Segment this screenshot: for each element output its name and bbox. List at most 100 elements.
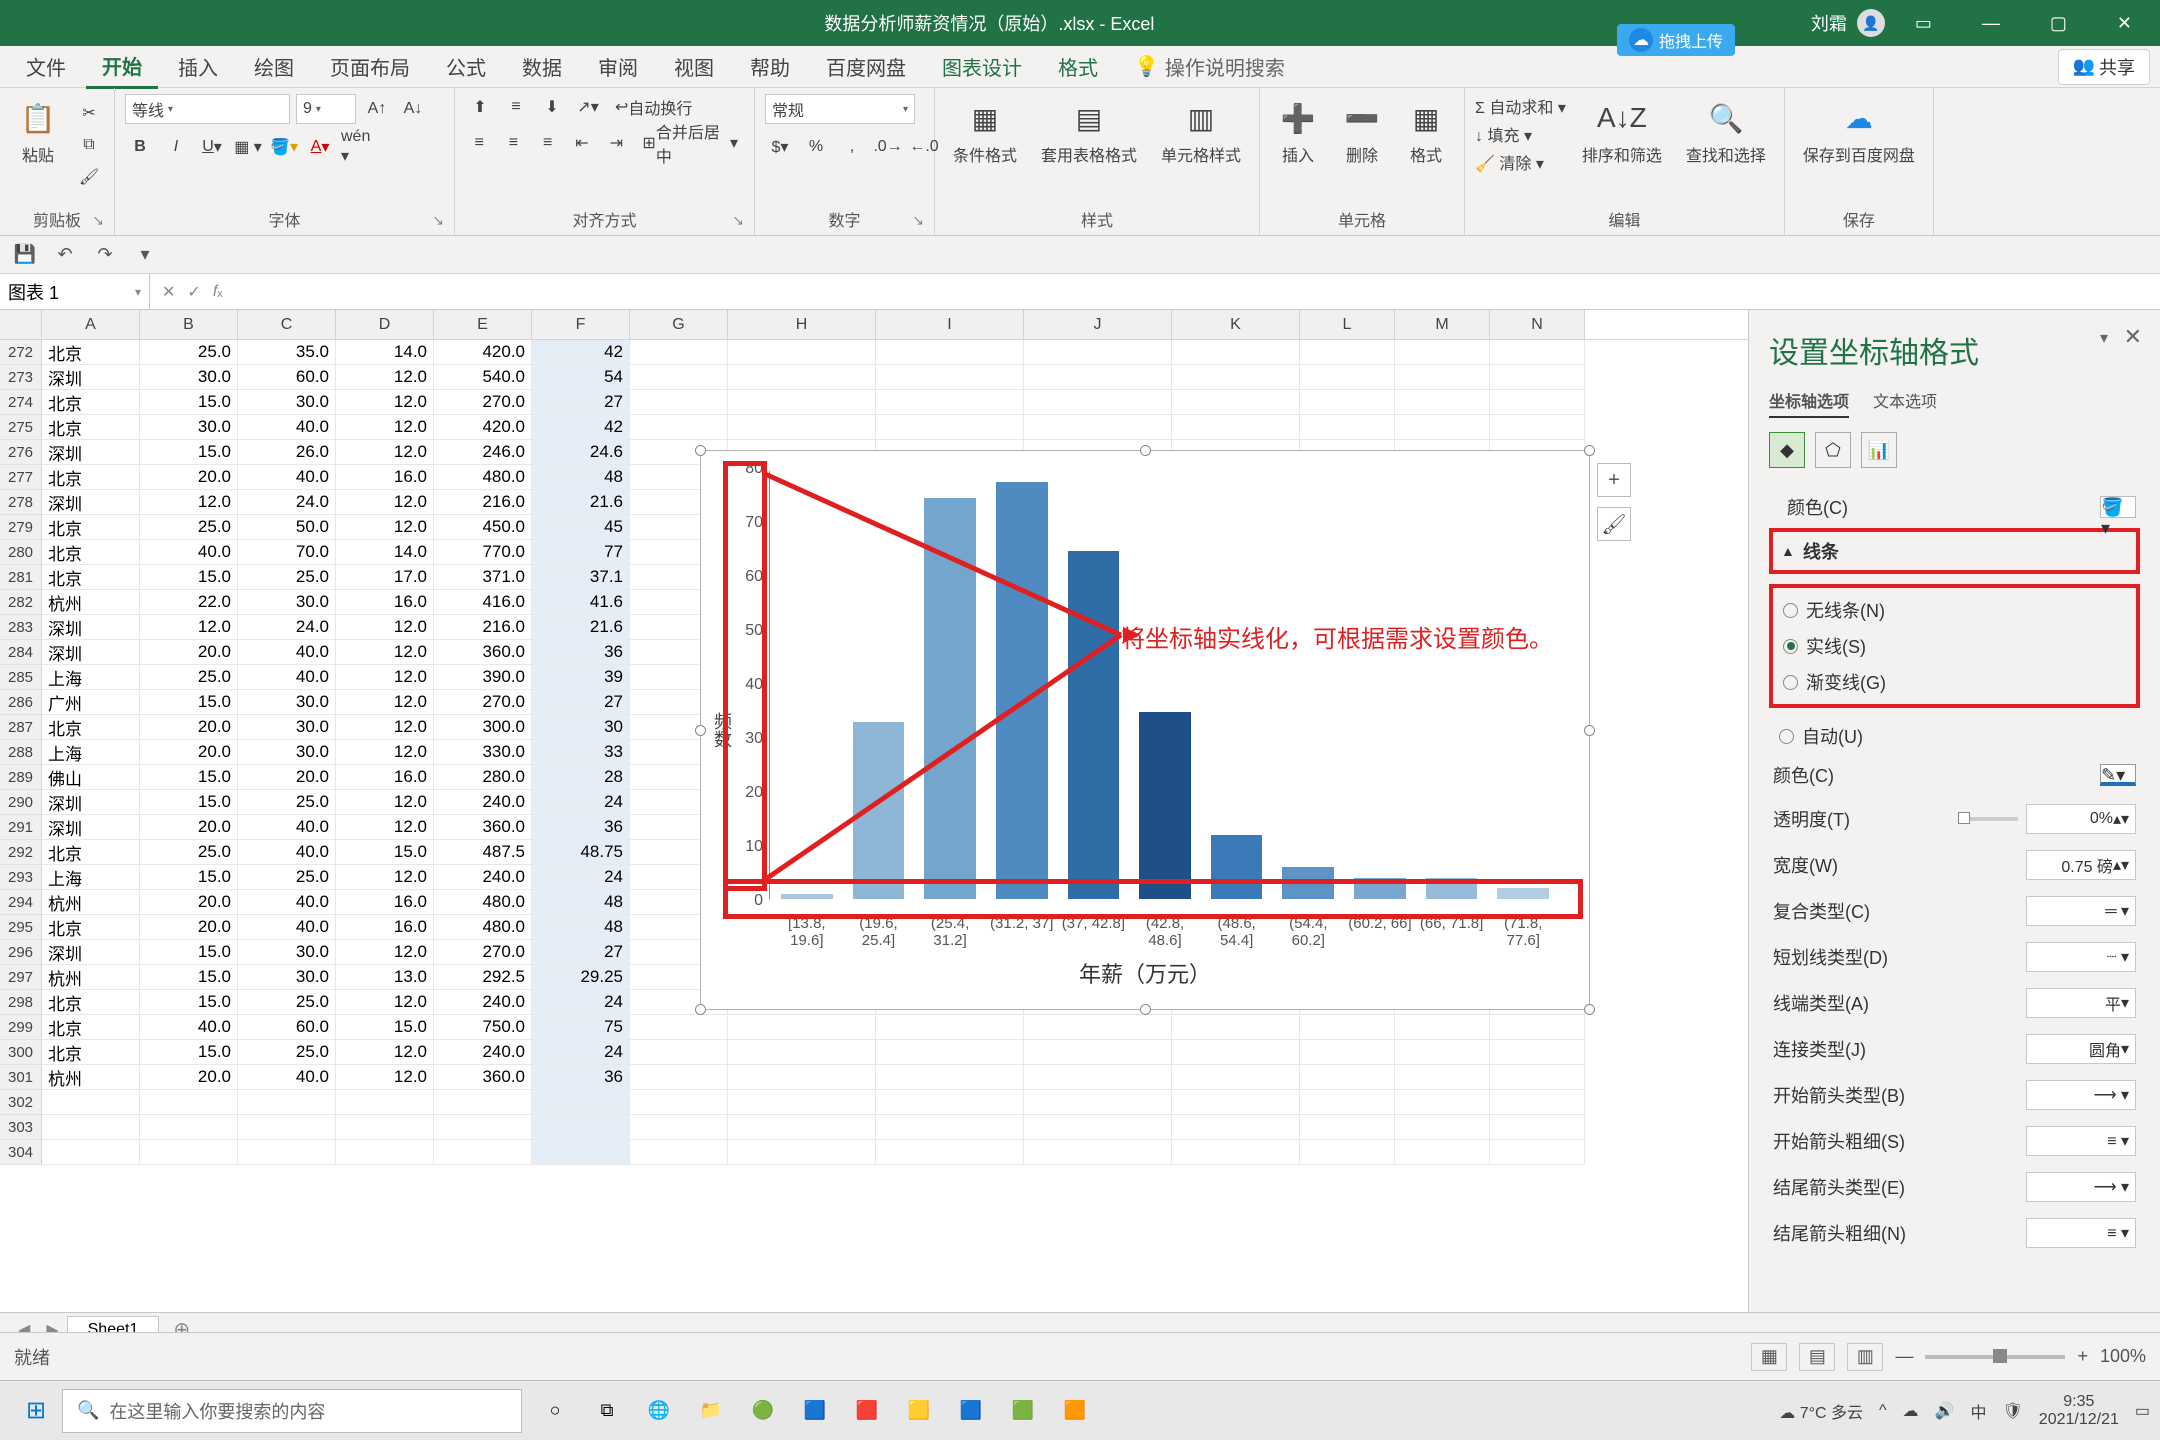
clear-button[interactable]: 🧹 清除 ▾ bbox=[1475, 150, 1566, 174]
cell[interactable]: 20.0 bbox=[140, 640, 238, 665]
cell[interactable]: 270.0 bbox=[434, 940, 532, 965]
cell[interactable] bbox=[140, 1115, 238, 1140]
tab-formulas[interactable]: 公式 bbox=[430, 46, 502, 87]
end-arrow-combo[interactable]: ⟶ ▾ bbox=[2026, 1172, 2136, 1202]
text-options-tab[interactable]: 文本选项 bbox=[1873, 388, 1937, 418]
cell[interactable]: 27 bbox=[532, 690, 630, 715]
cell[interactable]: 40.0 bbox=[238, 1065, 336, 1090]
col-header[interactable]: E bbox=[434, 310, 532, 339]
row-header[interactable]: 301 bbox=[0, 1065, 42, 1090]
app-icon2[interactable]: 🟥 bbox=[842, 1389, 892, 1433]
cell[interactable]: 17.0 bbox=[336, 565, 434, 590]
row-header[interactable]: 289 bbox=[0, 765, 42, 790]
cell[interactable]: 12.0 bbox=[336, 365, 434, 390]
insert-cells-button[interactable]: ➕插入 bbox=[1270, 94, 1326, 170]
cell[interactable] bbox=[876, 1040, 1024, 1065]
cell[interactable]: 15.0 bbox=[140, 390, 238, 415]
cell[interactable]: 540.0 bbox=[434, 365, 532, 390]
row-header[interactable]: 298 bbox=[0, 990, 42, 1015]
qat-customize-button[interactable]: ▾ bbox=[130, 241, 160, 269]
cell[interactable]: 12.0 bbox=[336, 740, 434, 765]
accounting-button[interactable]: $▾ bbox=[765, 134, 795, 160]
col-header[interactable]: J bbox=[1024, 310, 1172, 339]
cell[interactable]: 14.0 bbox=[336, 540, 434, 565]
cell[interactable]: 40.0 bbox=[140, 540, 238, 565]
cell[interactable]: 371.0 bbox=[434, 565, 532, 590]
row-header[interactable]: 292 bbox=[0, 840, 42, 865]
cell[interactable]: 15.0 bbox=[140, 865, 238, 890]
cell[interactable] bbox=[1024, 415, 1172, 440]
cell[interactable]: 15.0 bbox=[140, 1040, 238, 1065]
cell[interactable] bbox=[1300, 390, 1395, 415]
col-header[interactable]: D bbox=[336, 310, 434, 339]
cell[interactable]: 北京 bbox=[42, 990, 140, 1015]
row-header[interactable]: 284 bbox=[0, 640, 42, 665]
cell[interactable] bbox=[1395, 1090, 1490, 1115]
row-header[interactable]: 280 bbox=[0, 540, 42, 565]
cell[interactable] bbox=[1300, 340, 1395, 365]
maximize-button[interactable]: ▢ bbox=[2030, 0, 2087, 46]
cell[interactable]: 390.0 bbox=[434, 665, 532, 690]
fill-color-button[interactable]: 🪣▾ bbox=[269, 134, 299, 160]
cell[interactable] bbox=[1395, 415, 1490, 440]
cell[interactable] bbox=[1395, 1015, 1490, 1040]
app-icon[interactable]: 🟦 bbox=[790, 1389, 840, 1433]
col-header[interactable]: C bbox=[238, 310, 336, 339]
cell[interactable]: 26.0 bbox=[238, 440, 336, 465]
cell[interactable]: 39 bbox=[532, 665, 630, 690]
row-header[interactable]: 283 bbox=[0, 615, 42, 640]
name-box[interactable]: 图表 1▾ bbox=[0, 274, 150, 309]
cell[interactable] bbox=[630, 390, 728, 415]
row-header[interactable]: 282 bbox=[0, 590, 42, 615]
start-button[interactable]: ⊞ bbox=[10, 1389, 62, 1433]
border-button[interactable]: ▦ ▾ bbox=[233, 134, 263, 160]
cell[interactable]: 北京 bbox=[42, 390, 140, 415]
align-middle[interactable]: ≡ bbox=[501, 94, 531, 120]
col-header[interactable]: B bbox=[140, 310, 238, 339]
cell[interactable]: 27 bbox=[532, 390, 630, 415]
cell[interactable]: 12.0 bbox=[336, 715, 434, 740]
cell[interactable]: 杭州 bbox=[42, 1065, 140, 1090]
cell[interactable]: 750.0 bbox=[434, 1015, 532, 1040]
cell[interactable] bbox=[336, 1090, 434, 1115]
bold-button[interactable]: B bbox=[125, 134, 155, 160]
cell[interactable]: 深圳 bbox=[42, 790, 140, 815]
cell[interactable]: 770.0 bbox=[434, 540, 532, 565]
cell[interactable]: 佛山 bbox=[42, 765, 140, 790]
row-header[interactable]: 299 bbox=[0, 1015, 42, 1040]
cell[interactable]: 深圳 bbox=[42, 365, 140, 390]
chart-bar[interactable] bbox=[996, 482, 1048, 899]
row-header[interactable]: 297 bbox=[0, 965, 42, 990]
cell[interactable] bbox=[140, 1140, 238, 1165]
cell[interactable]: 北京 bbox=[42, 540, 140, 565]
sort-filter-button[interactable]: A↓Z排序和筛选 bbox=[1574, 94, 1670, 170]
cell[interactable] bbox=[1395, 390, 1490, 415]
cell[interactable] bbox=[1024, 1090, 1172, 1115]
width-input[interactable]: 0.75 磅 ▴▾ bbox=[2026, 850, 2136, 880]
cell[interactable]: 北京 bbox=[42, 1015, 140, 1040]
cell[interactable]: 42 bbox=[532, 340, 630, 365]
cell[interactable] bbox=[876, 390, 1024, 415]
cell[interactable]: 280.0 bbox=[434, 765, 532, 790]
cell[interactable]: 20.0 bbox=[140, 715, 238, 740]
cell[interactable]: 杭州 bbox=[42, 890, 140, 915]
cell[interactable] bbox=[728, 1090, 876, 1115]
font-name-combo[interactable]: 等线▾ bbox=[125, 94, 290, 124]
indent-dec[interactable]: ⇤ bbox=[568, 130, 596, 156]
cell[interactable]: 25.0 bbox=[140, 515, 238, 540]
cell[interactable] bbox=[42, 1090, 140, 1115]
view-page-layout-button[interactable]: ▤ bbox=[1799, 1343, 1835, 1371]
chart-bar[interactable] bbox=[924, 498, 976, 899]
cell[interactable] bbox=[1395, 1065, 1490, 1090]
row-header[interactable]: 287 bbox=[0, 715, 42, 740]
cell[interactable] bbox=[1490, 365, 1585, 390]
cell[interactable]: 24.0 bbox=[238, 490, 336, 515]
cell[interactable] bbox=[1172, 1040, 1300, 1065]
cell[interactable] bbox=[336, 1140, 434, 1165]
cell[interactable] bbox=[876, 1090, 1024, 1115]
cell[interactable] bbox=[630, 340, 728, 365]
end-size-combo[interactable]: ≡ ▾ bbox=[2026, 1218, 2136, 1248]
cell[interactable] bbox=[1172, 365, 1300, 390]
begin-arrow-combo[interactable]: ⟶ ▾ bbox=[2026, 1080, 2136, 1110]
weather-widget[interactable]: ☁ 7°C 多云 bbox=[1779, 1399, 1863, 1423]
